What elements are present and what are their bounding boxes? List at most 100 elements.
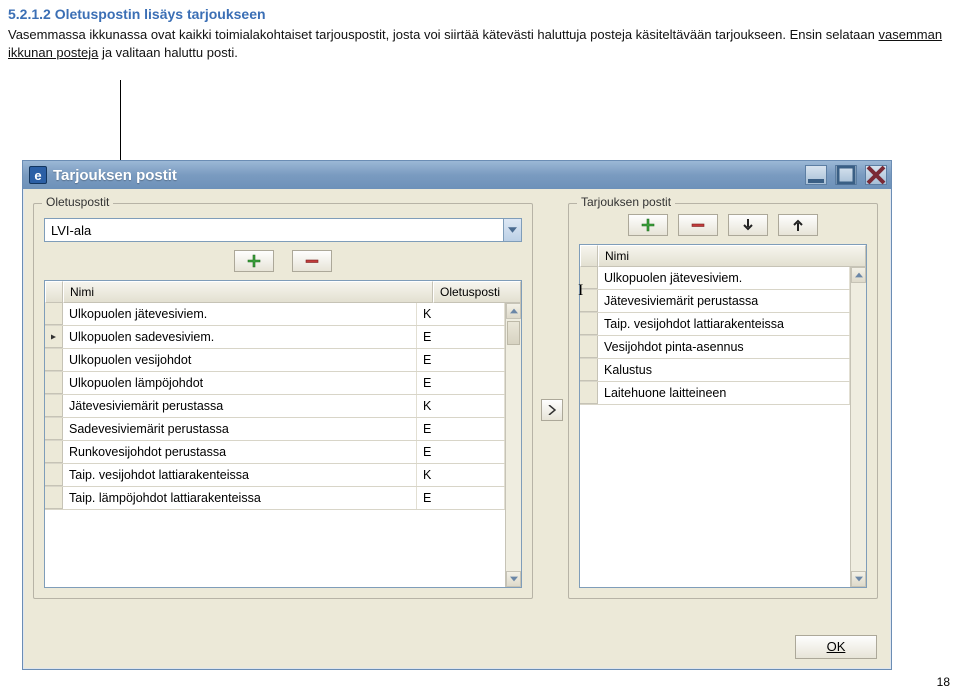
ok-button[interactable]: OK (795, 635, 877, 659)
row-header[interactable] (580, 382, 598, 404)
row-header[interactable] (580, 313, 598, 335)
table-row[interactable]: Ulkopuolen lämpöjohdotE (45, 372, 505, 395)
table-row[interactable]: Taip. vesijohdot lattiarakenteissa (580, 313, 850, 336)
left-table-corner (45, 281, 63, 303)
row-header[interactable] (45, 418, 63, 440)
group-offer-posts: Tarjouksen postit Nimi (568, 203, 878, 599)
left-remove-button[interactable] (292, 250, 332, 272)
cell-name: Ulkopuolen lämpöjohdot (63, 372, 417, 394)
cell-default: E (417, 326, 505, 348)
cell-name: Sadevesiviemärit perustassa (63, 418, 417, 440)
close-button[interactable] (865, 165, 887, 185)
right-table[interactable]: Nimi Ulkopuolen jätevesiviem.Jätevesivie… (579, 244, 867, 588)
right-scrollbar[interactable] (850, 267, 866, 587)
move-right-button[interactable] (541, 399, 563, 421)
arrow-up-icon (790, 217, 806, 233)
right-add-button[interactable] (628, 214, 668, 236)
scroll-down-button[interactable] (506, 571, 521, 587)
left-table[interactable]: Nimi Oletusposti Ulkopuolen jätevesiviem… (44, 280, 522, 588)
row-marker-icon (51, 333, 56, 341)
scroll-up-icon (510, 308, 518, 314)
left-scrollbar[interactable] (505, 303, 521, 587)
move-up-button[interactable] (778, 214, 818, 236)
doc-para-a: Vasemmassa ikkunassa ovat kaikki toimial… (8, 27, 879, 42)
plus-icon (246, 253, 262, 269)
cell-default: E (417, 418, 505, 440)
cell-default: E (417, 349, 505, 371)
row-header[interactable] (45, 349, 63, 371)
cell-name: Laitehuone laitteineen (598, 382, 850, 404)
table-row[interactable]: Laitehuone laitteineen (580, 382, 850, 405)
cell-default: K (417, 395, 505, 417)
scroll-down-button[interactable] (851, 571, 866, 587)
row-header[interactable] (45, 372, 63, 394)
cell-name: Ulkopuolen jätevesiviem. (63, 303, 417, 325)
table-row[interactable]: Jätevesiviemärit perustassaK (45, 395, 505, 418)
row-header[interactable] (45, 303, 63, 325)
titlebar: e Tarjouksen postit (23, 161, 891, 189)
table-row[interactable]: Sadevesiviemärit perustassaE (45, 418, 505, 441)
row-header[interactable] (580, 336, 598, 358)
table-row[interactable]: Runkovesijohdot perustassaE (45, 441, 505, 464)
doc-heading: 5.2.1.2 Oletuspostin lisäys tarjoukseen (8, 6, 952, 22)
group-offer-posts-title: Tarjouksen postit (577, 195, 675, 209)
plus-icon (640, 217, 656, 233)
cell-name: Kalustus (598, 359, 850, 381)
row-header[interactable] (45, 395, 63, 417)
category-combobox-value: LVI-ala (45, 223, 503, 238)
minimize-icon (806, 165, 826, 185)
cell-name: Taip. vesijohdot lattiarakenteissa (598, 313, 850, 335)
maximize-button[interactable] (835, 165, 857, 185)
cell-default: E (417, 441, 505, 463)
cell-default: E (417, 487, 505, 509)
cell-name: Runkovesijohdot perustassa (63, 441, 417, 463)
minus-icon (304, 253, 320, 269)
minus-icon (690, 217, 706, 233)
group-default-posts: Oletuspostit LVI-ala Nimi O (33, 203, 533, 599)
right-col-name[interactable]: Nimi (598, 245, 866, 267)
left-col-default[interactable]: Oletusposti (433, 281, 521, 303)
table-row[interactable]: Taip. lämpöjohdot lattiarakenteissaE (45, 487, 505, 510)
row-header[interactable] (45, 464, 63, 486)
row-header[interactable] (580, 359, 598, 381)
table-row[interactable]: Ulkopuolen jätevesiviem.K (45, 303, 505, 326)
right-table-corner (580, 245, 598, 267)
cell-name: Taip. lämpöjohdot lattiarakenteissa (63, 487, 417, 509)
row-header[interactable] (580, 267, 598, 289)
caret-down-icon (508, 227, 517, 233)
scroll-up-icon (855, 272, 863, 278)
right-remove-button[interactable] (678, 214, 718, 236)
move-down-button[interactable] (728, 214, 768, 236)
page-number: 18 (937, 675, 950, 689)
table-row[interactable]: Vesijohdot pinta-asennus (580, 336, 850, 359)
scrollbar-thumb[interactable] (507, 321, 520, 345)
table-row[interactable]: Ulkopuolen jätevesiviem. (580, 267, 850, 290)
table-row[interactable]: Jätevesiviemärit perustassa (580, 290, 850, 313)
row-header[interactable] (45, 441, 63, 463)
combobox-caret[interactable] (503, 219, 521, 241)
cell-name: Taip. vesijohdot lattiarakenteissa (63, 464, 417, 486)
table-row[interactable]: Kalustus (580, 359, 850, 382)
minimize-button[interactable] (805, 165, 827, 185)
left-col-name[interactable]: Nimi (63, 281, 433, 303)
maximize-icon (836, 165, 856, 185)
row-header[interactable] (45, 326, 63, 348)
cell-name: Ulkopuolen jätevesiviem. (598, 267, 850, 289)
close-icon (866, 165, 886, 185)
scroll-up-button[interactable] (851, 267, 866, 283)
row-header[interactable] (45, 487, 63, 509)
scroll-down-icon (510, 576, 518, 582)
app-window: e Tarjouksen postit Oletuspostit LVI-ala (22, 160, 892, 670)
cell-name: Ulkopuolen vesijohdot (63, 349, 417, 371)
group-default-posts-title: Oletuspostit (42, 195, 113, 209)
doc-paragraph: Vasemmassa ikkunassa ovat kaikki toimial… (0, 26, 960, 65)
table-row[interactable]: Ulkopuolen sadevesiviem.E (45, 326, 505, 349)
cell-default: K (417, 303, 505, 325)
scroll-up-button[interactable] (506, 303, 521, 319)
row-header[interactable] (580, 290, 598, 312)
table-row[interactable]: Ulkopuolen vesijohdotE (45, 349, 505, 372)
category-combobox[interactable]: LVI-ala (44, 218, 522, 242)
left-add-button[interactable] (234, 250, 274, 272)
table-row[interactable]: Taip. vesijohdot lattiarakenteissaK (45, 464, 505, 487)
scroll-down-icon (855, 576, 863, 582)
